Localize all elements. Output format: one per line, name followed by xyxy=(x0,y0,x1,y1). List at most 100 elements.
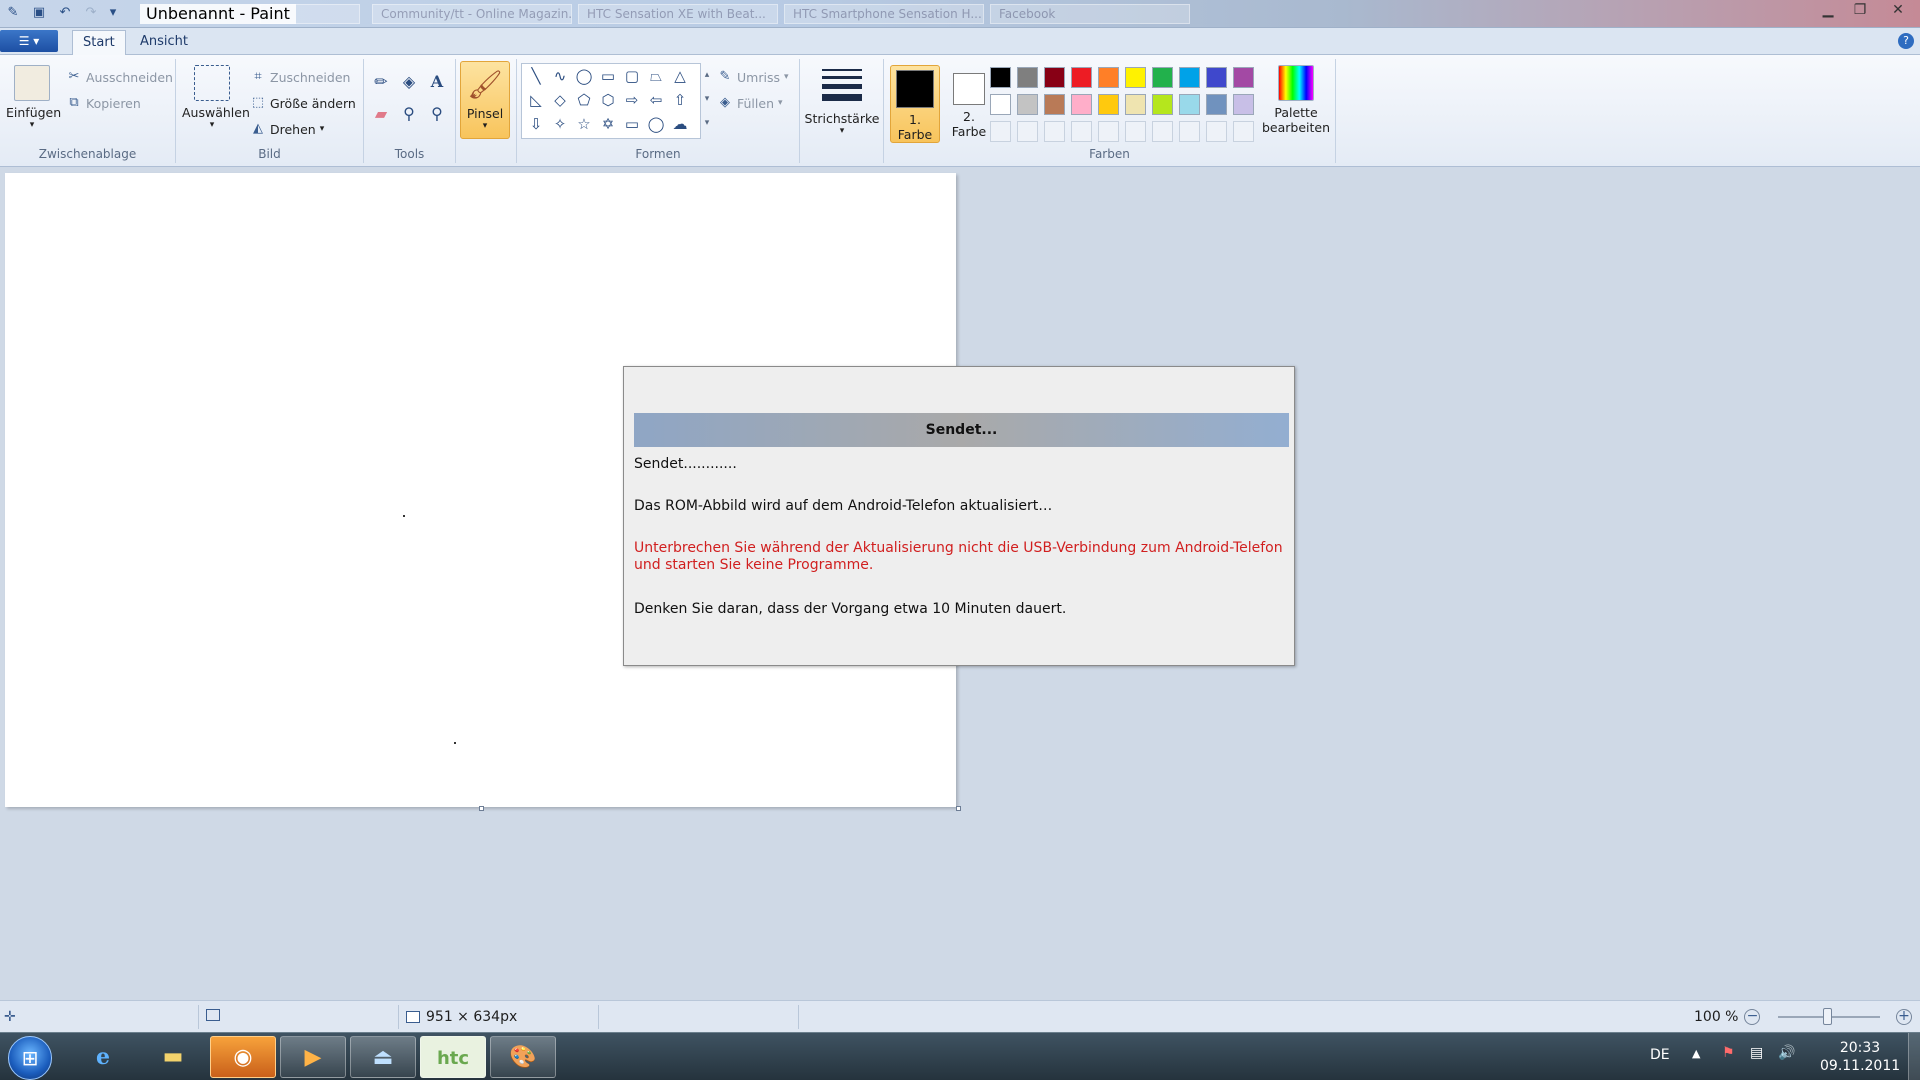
palette-empty-swatch[interactable] xyxy=(1098,121,1119,142)
explorer-folder-icon[interactable]: ▬ xyxy=(140,1036,206,1078)
help-icon[interactable]: ? xyxy=(1898,33,1914,49)
up-arrow-shape-icon[interactable]: ⇧ xyxy=(668,88,692,112)
language-indicator[interactable]: DE xyxy=(1650,1047,1670,1080)
cut-button[interactable]: ✂ Ausschneiden xyxy=(66,69,173,85)
palette-swatch[interactable] xyxy=(990,94,1011,115)
pentagon-shape-icon[interactable]: ⬠ xyxy=(572,88,596,112)
magnifier-icon[interactable]: ⚲ xyxy=(424,101,450,127)
palette-swatch[interactable] xyxy=(1233,67,1254,88)
firefox-icon[interactable]: ◉ xyxy=(210,1036,276,1078)
down-arrow-shape-icon[interactable]: ⇩ xyxy=(524,112,548,136)
action-center-flag-icon[interactable]: ⚑ xyxy=(1722,1045,1735,1080)
palette-empty-swatch[interactable] xyxy=(1233,121,1254,142)
volume-icon[interactable]: 🔊 xyxy=(1778,1045,1795,1080)
eraser-icon[interactable]: ▰ xyxy=(368,101,394,127)
edit-colors-button[interactable]: Palette bearbeiten xyxy=(1260,65,1332,135)
palette-swatch[interactable] xyxy=(1152,67,1173,88)
pencil-icon[interactable]: ✏ xyxy=(368,69,394,95)
save-icon[interactable]: ▣ xyxy=(30,4,48,22)
six-point-star-shape-icon[interactable]: ✡ xyxy=(596,112,620,136)
undo-icon[interactable]: ↶ xyxy=(56,4,74,22)
palette-swatch[interactable] xyxy=(1071,67,1092,88)
network-icon[interactable]: ▤ xyxy=(1750,1045,1763,1080)
diamond-shape-icon[interactable]: ◇ xyxy=(548,88,572,112)
crop-button[interactable]: ⌗ Zuschneiden xyxy=(250,69,350,85)
oval-shape-icon[interactable]: ◯ xyxy=(572,64,596,88)
clock[interactable]: 20:33 09.11.2011 xyxy=(1820,1039,1900,1080)
palette-swatch[interactable] xyxy=(990,67,1011,88)
internet-explorer-icon[interactable]: e xyxy=(70,1036,136,1078)
polygon-shape-icon[interactable]: ⏢ xyxy=(644,64,668,88)
right-arrow-shape-icon[interactable]: ⇨ xyxy=(620,88,644,112)
brush-button[interactable]: 🖌 Pinsel ▾ xyxy=(460,61,510,139)
sync-app-icon[interactable]: ⏏ xyxy=(350,1036,416,1078)
palette-swatch[interactable] xyxy=(1044,67,1065,88)
ghost-tab[interactable]: Community/tt - Online Magazin... xyxy=(372,4,572,24)
zoom-out-icon[interactable]: − xyxy=(1744,1009,1761,1025)
palette-swatch[interactable] xyxy=(1044,94,1065,115)
resize-button[interactable]: ⬚ Größe ändern xyxy=(250,95,356,111)
color2-button[interactable]: 2. Farbe xyxy=(944,65,994,143)
callout-rect-shape-icon[interactable]: ▭ xyxy=(620,112,644,136)
palette-swatch[interactable] xyxy=(1125,94,1146,115)
fill-bucket-icon[interactable]: ◈ xyxy=(396,69,422,95)
palette-empty-swatch[interactable] xyxy=(1044,121,1065,142)
color1-button[interactable]: 1. Farbe xyxy=(890,65,940,143)
tab-ansicht[interactable]: Ansicht xyxy=(130,30,198,55)
color-picker-icon[interactable]: ⚲ xyxy=(396,101,422,127)
ghost-tab[interactable]: Facebook xyxy=(990,4,1190,24)
customize-qat-icon[interactable]: ▾ xyxy=(108,4,118,22)
htc-ruu-icon[interactable]: htc xyxy=(420,1036,486,1078)
select-button[interactable]: Auswählen ▾ xyxy=(182,65,250,130)
palette-swatch[interactable] xyxy=(1125,67,1146,88)
palette-swatch[interactable] xyxy=(1233,94,1254,115)
five-point-star-shape-icon[interactable]: ☆ xyxy=(572,112,596,136)
text-icon[interactable]: A xyxy=(424,69,450,95)
palette-swatch[interactable] xyxy=(1206,67,1227,88)
ghost-tab[interactable]: HTC Sensation XE with Beat... xyxy=(578,4,778,24)
media-player-icon[interactable]: ▶ xyxy=(280,1036,346,1078)
palette-swatch[interactable] xyxy=(1098,67,1119,88)
callout-cloud-shape-icon[interactable]: ☁ xyxy=(668,112,692,136)
palette-swatch[interactable] xyxy=(1179,67,1200,88)
palette-empty-swatch[interactable] xyxy=(990,121,1011,142)
paint-app-icon[interactable]: ✎ xyxy=(4,4,22,22)
palette-empty-swatch[interactable] xyxy=(1179,121,1200,142)
palette-swatch[interactable] xyxy=(1179,94,1200,115)
paint-taskbar-icon[interactable]: 🎨 xyxy=(490,1036,556,1078)
stroke-size-button[interactable]: Strichstärke ▾ xyxy=(804,65,880,136)
triangle-shape-icon[interactable]: △ xyxy=(668,64,692,88)
fill-button[interactable]: ◈ Füllen ▾ xyxy=(717,95,783,111)
paste-button[interactable]: Einfügen ▾ xyxy=(6,65,61,130)
palette-empty-swatch[interactable] xyxy=(1125,121,1146,142)
curve-shape-icon[interactable]: ∿ xyxy=(548,64,572,88)
line-shape-icon[interactable]: ╲ xyxy=(524,64,548,88)
start-button[interactable]: ⊞ xyxy=(8,1036,52,1080)
callout-oval-shape-icon[interactable]: ◯ xyxy=(644,112,668,136)
minimize-button[interactable]: ▁ xyxy=(1812,0,1844,22)
ghost-tab[interactable]: HTC Smartphone Sensation H... xyxy=(784,4,984,24)
close-button[interactable]: ✕ xyxy=(1876,0,1920,22)
rectangle-shape-icon[interactable]: ▭ xyxy=(596,64,620,88)
show-desktop-button[interactable] xyxy=(1908,1033,1920,1080)
outline-button[interactable]: ✎ Umriss ▾ xyxy=(717,69,789,85)
rounded-rectangle-shape-icon[interactable]: ▢ xyxy=(620,64,644,88)
palette-empty-swatch[interactable] xyxy=(1071,121,1092,142)
redo-icon[interactable]: ↷ xyxy=(82,4,100,22)
palette-empty-swatch[interactable] xyxy=(1017,121,1038,142)
palette-swatch[interactable] xyxy=(1017,67,1038,88)
four-point-star-shape-icon[interactable]: ✧ xyxy=(548,112,572,136)
resize-handle-corner[interactable] xyxy=(956,806,961,811)
palette-swatch[interactable] xyxy=(1017,94,1038,115)
maximize-button[interactable]: ❐ xyxy=(1844,0,1876,22)
zoom-in-button[interactable]: + xyxy=(1896,1009,1912,1025)
show-hidden-icons-icon[interactable]: ▲ xyxy=(1692,1047,1700,1080)
left-arrow-shape-icon[interactable]: ⇦ xyxy=(644,88,668,112)
palette-swatch[interactable] xyxy=(1206,94,1227,115)
paint-menu-button[interactable]: ☰ ▾ xyxy=(0,30,58,52)
shapes-scroll[interactable]: ▴ ▾ ▾ xyxy=(701,63,713,139)
right-triangle-shape-icon[interactable]: ◺ xyxy=(524,88,548,112)
palette-empty-swatch[interactable] xyxy=(1206,121,1227,142)
zoom-slider-thumb[interactable] xyxy=(1823,1008,1832,1025)
palette-swatch[interactable] xyxy=(1098,94,1119,115)
